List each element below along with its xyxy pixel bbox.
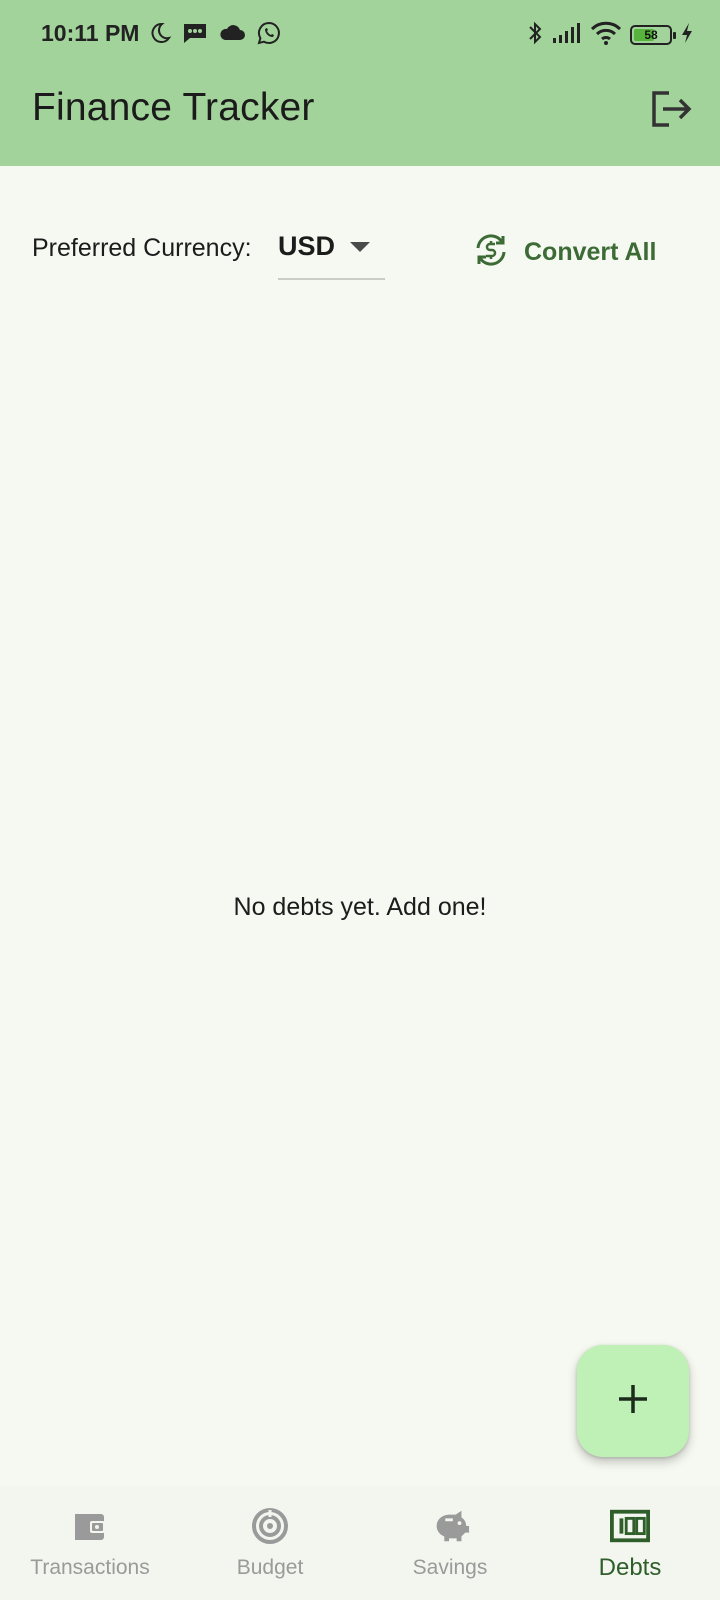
nav-item-debts[interactable]: Debts [540, 1486, 720, 1600]
status-time: 10:11 PM [41, 20, 140, 46]
donut-chart-icon [250, 1506, 290, 1546]
battery-tip [673, 32, 676, 39]
wifi-icon [590, 21, 622, 50]
logout-button[interactable] [646, 86, 696, 136]
chevron-down-icon [350, 242, 370, 252]
status-bar: 10:11 PM 58 [0, 0, 720, 70]
convert-all-label: Convert All [524, 237, 657, 266]
convert-all-button[interactable]: Convert All [472, 228, 656, 276]
moon-icon [148, 21, 172, 50]
nav-label: Budget [236, 1556, 304, 1579]
cloud-icon [218, 21, 246, 50]
nav-label: Savings [412, 1556, 488, 1579]
wallet-icon [70, 1506, 110, 1546]
whatsapp-icon [256, 20, 282, 51]
bottom-nav: Transactions Budget Savings Debts [0, 1486, 720, 1600]
logout-icon [649, 89, 693, 134]
currency-label: Preferred Currency: [32, 234, 252, 262]
app-bar: 10:11 PM 58 Finance Tracker [0, 0, 720, 166]
plus-icon [616, 1382, 650, 1421]
currency-dropdown[interactable]: USD [278, 220, 385, 280]
battery-icon: 58 [630, 25, 676, 45]
money-bill-icon [610, 1506, 650, 1546]
nav-item-transactions[interactable]: Transactions [0, 1486, 180, 1600]
nav-item-budget[interactable]: Budget [180, 1486, 360, 1600]
bluetooth-icon [526, 20, 544, 51]
status-icons-right: 58 [526, 20, 694, 50]
currency-exchange-icon [472, 231, 510, 274]
nav-label: Debts [598, 1554, 662, 1581]
nav-item-savings[interactable]: Savings [360, 1486, 540, 1600]
currency-row: Preferred Currency: USD Convert All [0, 220, 720, 284]
add-debt-button[interactable] [577, 1345, 689, 1457]
signal-icon [552, 22, 582, 49]
charging-icon [680, 22, 694, 49]
piggy-bank-icon [430, 1506, 470, 1546]
currency-value: USD [278, 231, 336, 261]
nav-label: Transactions [30, 1556, 150, 1579]
empty-state-message: No debts yet. Add one! [233, 893, 487, 921]
message-icon [182, 21, 208, 50]
battery-level: 58 [644, 28, 658, 42]
page-title: Finance Tracker [32, 86, 315, 129]
status-icons-left [148, 20, 282, 50]
